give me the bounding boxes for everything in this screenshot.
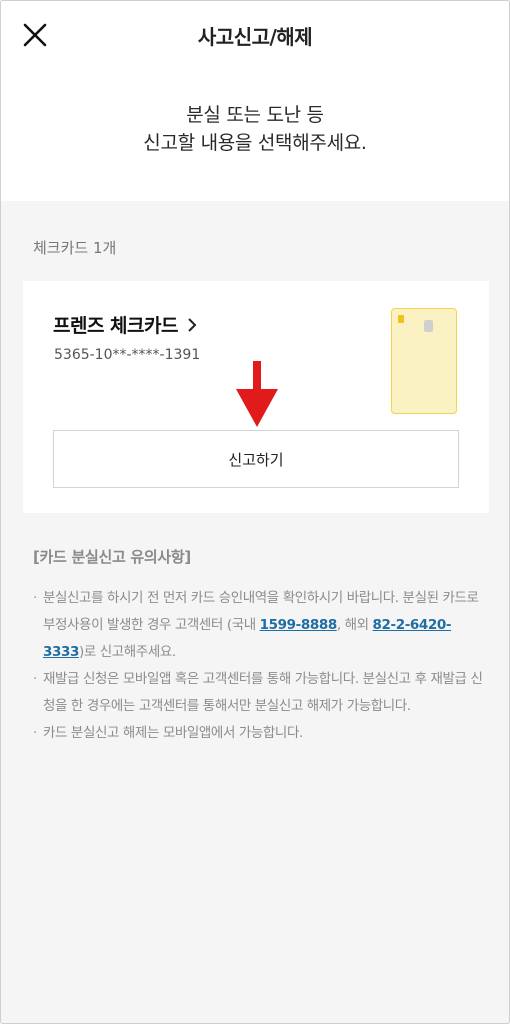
card-name: 프렌즈 체크카드 (53, 315, 178, 337)
card-tag-mark (398, 315, 404, 323)
notice-list: 분실신고를 하시기 전 먼저 카드 승인내역을 확인하시기 바랍니다. 분실된 … (33, 585, 483, 747)
instruction-text: 분실 또는 도난 등 신고할 내용을 선택해주세요. (1, 101, 509, 157)
notice-item-1-text-c: )로 신고해주세요. (78, 644, 176, 660)
screen: 사고신고/해제 분실 또는 도난 등 신고할 내용을 선택해주세요. 체크카드 … (0, 0, 510, 1024)
page-title: 사고신고/해제 (197, 25, 313, 49)
chevron-right-icon (188, 317, 197, 332)
domestic-phone-link[interactable]: 1599-8888 (260, 617, 338, 633)
header: 사고신고/해제 분실 또는 도난 등 신고할 내용을 선택해주세요. (1, 1, 509, 201)
report-button[interactable]: 신고하기 (53, 430, 459, 488)
card-panel: 프렌즈 체크카드 5365-10**-****-1391 신고하기 (23, 281, 489, 513)
notice-item-2: 재발급 신청은 모바일앱 혹은 고객센터를 통해 가능합니다. 분실신고 후 재… (33, 666, 483, 720)
notice-item-1-text-b: , 해외 (336, 617, 373, 633)
instruction-line-2: 신고할 내용을 선택해주세요. (143, 132, 367, 154)
card-chip (424, 320, 433, 332)
instruction-line-1: 분실 또는 도난 등 (186, 104, 324, 126)
card-name-link[interactable]: 프렌즈 체크카드 (53, 311, 198, 338)
card-image (391, 308, 457, 414)
card-count-label: 체크카드 1개 (33, 239, 117, 257)
notice-title: [카드 분실신고 유의사항] (33, 548, 191, 566)
arrow-down-icon (236, 361, 278, 427)
notice-item-3: 카드 분실신고 해제는 모바일앱에서 가능합니다. (33, 720, 483, 747)
card-number: 5365-10**-****-1391 (54, 347, 201, 363)
notice-item-1: 분실신고를 하시기 전 먼저 카드 승인내역을 확인하시기 바랍니다. 분실된 … (33, 585, 483, 666)
